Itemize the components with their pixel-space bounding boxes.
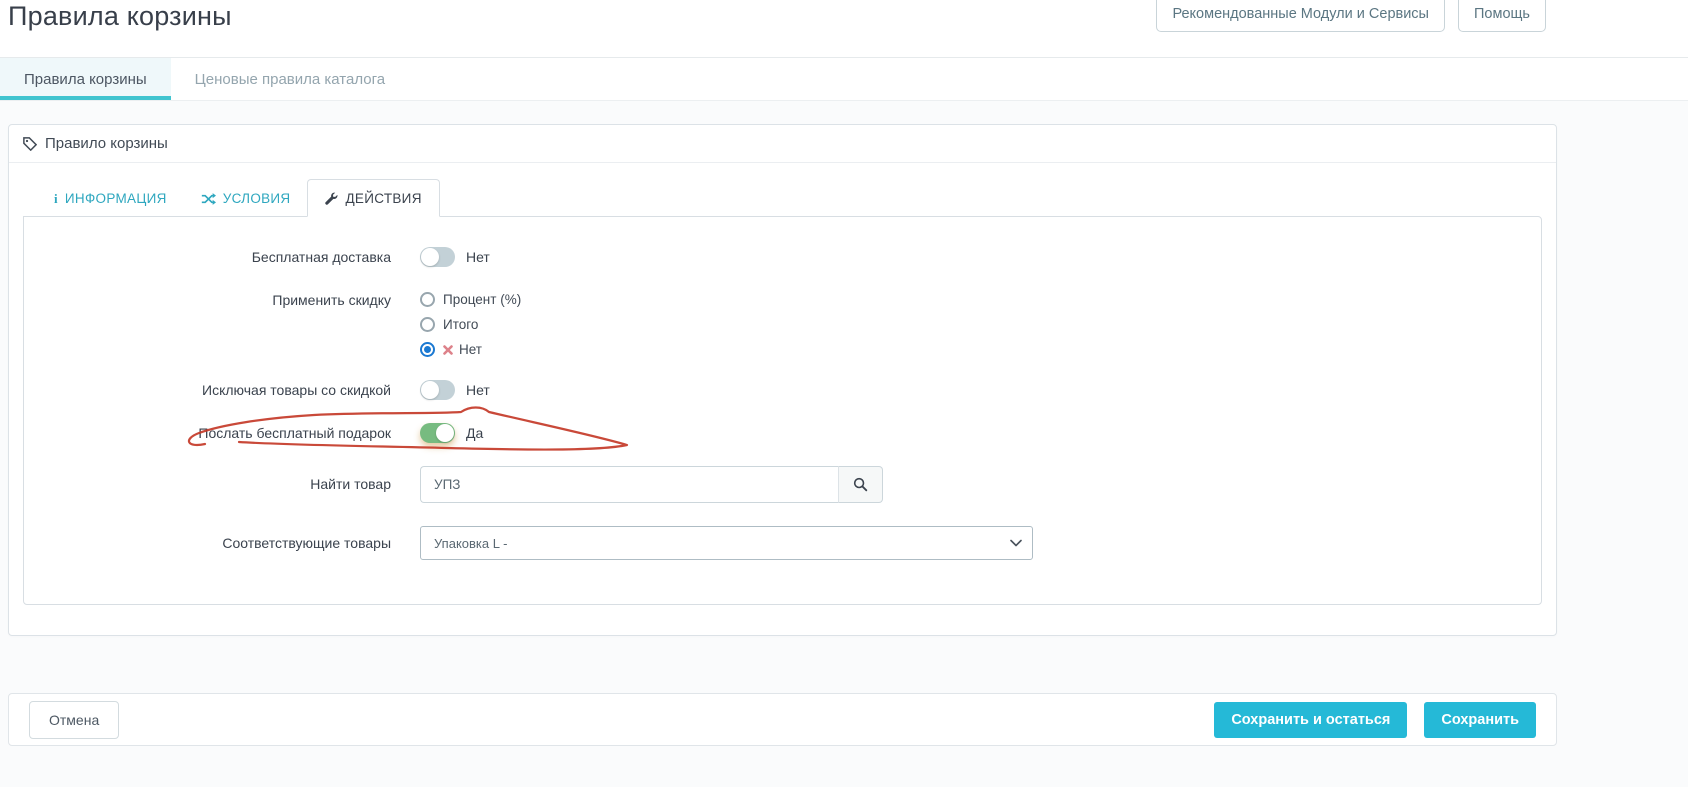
exclude-discounted-state: Нет	[466, 382, 490, 398]
tab-conditions[interactable]: УСЛОВИЯ	[184, 179, 308, 217]
page-title: Правила корзины	[8, 1, 232, 31]
main-nav-tabs: Правила корзины Ценовые правила каталога	[0, 57, 1688, 101]
chevron-down-icon	[1010, 539, 1022, 547]
tab-cart-rules[interactable]: Правила корзины	[0, 58, 171, 100]
free-shipping-label: Бесплатная доставка	[251, 249, 391, 265]
footer-toolbar: Отмена Сохранить и остаться Сохранить	[8, 693, 1557, 746]
help-button[interactable]: Помощь	[1457, 0, 1546, 32]
matching-products-row: Соответствующие товары Упаковка L -	[24, 526, 1541, 560]
matching-products-select[interactable]: Упаковка L -	[420, 526, 1033, 560]
exclude-discounted-row: Исключая товары со скидкой Нет	[24, 380, 1541, 400]
info-icon: i	[54, 190, 58, 206]
save-and-stay-button[interactable]: Сохранить и остаться	[1214, 701, 1408, 738]
product-search-label: Найти товар	[310, 476, 391, 492]
tag-icon	[23, 136, 37, 151]
bottom-strip	[8, 746, 1688, 787]
free-shipping-row: Бесплатная доставка Нет	[24, 247, 1541, 267]
tab-information[interactable]: i ИНФОРМАЦИЯ	[37, 179, 184, 217]
panel-title: Правило корзины	[45, 135, 168, 152]
search-icon	[853, 477, 868, 492]
cancel-button[interactable]: Отмена	[29, 700, 120, 739]
apply-discount-label: Применить скидку	[272, 292, 391, 308]
matching-products-label: Соответствующие товары	[222, 535, 391, 551]
x-icon	[443, 344, 453, 355]
panel-header: Правило корзины	[9, 125, 1556, 163]
radio-percent[interactable]	[420, 292, 435, 307]
header-actions: Рекомендованные Модули и Сервисы Помощь	[1156, 0, 1546, 32]
radio-amount[interactable]	[420, 317, 435, 332]
apply-discount-options: Процент (%) Итого Нет	[420, 290, 521, 357]
free-gift-label: Послать бесплатный подарок	[198, 425, 391, 441]
product-search-input[interactable]	[420, 466, 839, 503]
radio-none[interactable]	[420, 342, 435, 357]
discount-option-none[interactable]: Нет	[420, 342, 521, 357]
tab-actions[interactable]: ДЕЙСТВИЯ	[307, 179, 440, 217]
discount-option-percent[interactable]: Процент (%)	[420, 292, 521, 307]
free-gift-toggle[interactable]	[420, 423, 455, 443]
exclude-discounted-toggle[interactable]	[420, 380, 455, 400]
search-button[interactable]	[839, 466, 883, 503]
free-shipping-state: Нет	[466, 249, 490, 265]
exclude-discounted-label: Исключая товары со скидкой	[202, 382, 391, 398]
discount-option-amount[interactable]: Итого	[420, 317, 521, 332]
free-gift-state: Да	[466, 425, 484, 441]
free-gift-row: Послать бесплатный подарок Да	[24, 406, 1541, 451]
tab-catalog-price-rules[interactable]: Ценовые правила каталога	[171, 58, 409, 100]
shuffle-icon	[201, 192, 216, 205]
apply-discount-row: Применить скидку Процент (%) Итого Нет	[24, 290, 1541, 357]
top-header: Правила корзины Рекомендованные Модули и…	[0, 0, 1688, 57]
selected-product: Упаковка L -	[434, 535, 508, 551]
save-button[interactable]: Сохранить	[1424, 701, 1536, 738]
wrench-icon	[325, 192, 338, 205]
content-area: Правило корзины i ИНФОРМАЦИЯ УСЛОВИЯ ДЕЙ…	[0, 101, 1688, 787]
cart-rule-panel: Правило корзины i ИНФОРМАЦИЯ УСЛОВИЯ ДЕЙ…	[8, 124, 1557, 636]
recommended-modules-button[interactable]: Рекомендованные Модули и Сервисы	[1156, 0, 1445, 32]
rule-section-tabs: i ИНФОРМАЦИЯ УСЛОВИЯ ДЕЙСТВИЯ	[23, 179, 1542, 217]
product-search-row: Найти товар	[24, 466, 1541, 503]
free-shipping-toggle[interactable]	[420, 247, 455, 267]
actions-form: Бесплатная доставка Нет Применить скидку	[23, 216, 1542, 605]
